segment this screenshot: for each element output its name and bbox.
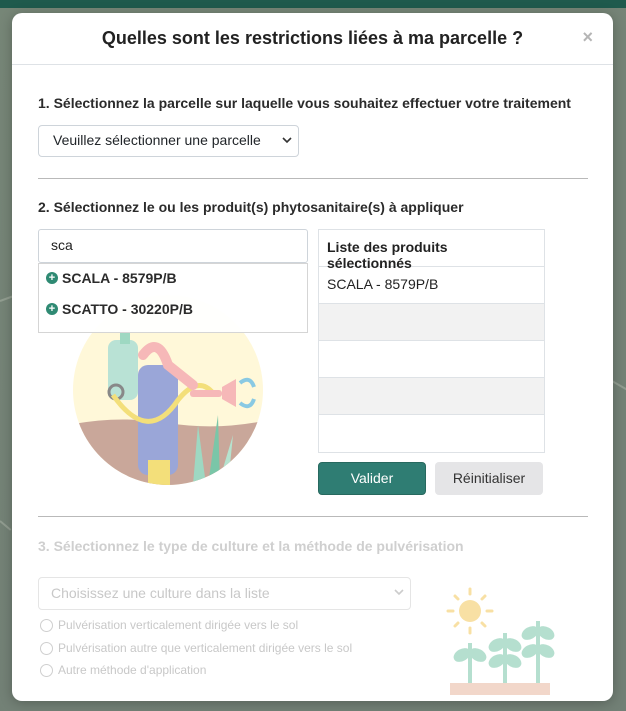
modal-header: Quelles sont les restrictions liées à ma… xyxy=(12,13,613,65)
radio-label: Pulvérisation autre que verticalement di… xyxy=(58,641,353,655)
app-top-bar xyxy=(0,0,626,8)
plants-sun-illustration xyxy=(446,587,555,695)
add-circle-icon: + xyxy=(46,303,58,315)
table-row: SCALA - 8579P/B xyxy=(319,267,544,304)
table-header: Liste des produits sélectionnés xyxy=(319,230,544,271)
spray-method-option[interactable]: Pulvérisation verticalement dirigée vers… xyxy=(40,618,298,632)
suggestion-item[interactable]: + SCALA - 8579P/B xyxy=(46,270,177,286)
reset-button[interactable]: Réinitialiser xyxy=(435,462,543,495)
validate-button[interactable]: Valider xyxy=(318,462,426,495)
table-row xyxy=(319,415,544,452)
divider xyxy=(38,178,588,179)
step1-title: 1. Sélectionnez la parcelle sur laquelle… xyxy=(38,95,571,111)
radio-button[interactable] xyxy=(40,663,53,677)
table-row xyxy=(319,378,544,415)
divider xyxy=(38,516,588,517)
radio-button[interactable] xyxy=(40,641,53,655)
spray-method-option[interactable]: Pulvérisation autre que verticalement di… xyxy=(40,641,352,655)
modal-title: Quelles sont les restrictions liées à ma… xyxy=(101,28,524,48)
map-road xyxy=(0,520,12,531)
step3-title: 3. Sélectionnez le type de culture et la… xyxy=(38,538,464,554)
suggestion-label: SCATTO - 30220P/B xyxy=(62,301,193,317)
culture-select-placeholder: Choisissez une culture dans la liste xyxy=(51,585,270,601)
close-icon[interactable]: × xyxy=(582,27,593,48)
radio-label: Pulvérisation verticalement dirigée vers… xyxy=(58,618,299,632)
table-row xyxy=(319,304,544,341)
suggestion-item[interactable]: + SCATTO - 30220P/B xyxy=(46,301,193,317)
parcel-select-value: Veuillez sélectionner une parcelle xyxy=(53,132,261,148)
map-road xyxy=(611,380,626,392)
selected-products-table: Liste des produits sélectionnés SCALA - … xyxy=(318,229,545,453)
radio-button[interactable] xyxy=(40,618,53,632)
radio-label: Autre méthode d'application xyxy=(58,663,207,677)
chevron-down-icon xyxy=(282,137,292,144)
suggestion-label: SCALA - 8579P/B xyxy=(62,270,177,286)
product-suggestions: + SCALA - 8579P/B + SCATTO - 30220P/B xyxy=(38,263,308,333)
culture-select[interactable]: Choisissez une culture dans la liste xyxy=(38,577,411,610)
spray-method-option[interactable]: Autre méthode d'application xyxy=(40,663,206,677)
parcel-select[interactable]: Veuillez sélectionner une parcelle xyxy=(38,125,299,157)
step2-title: 2. Sélectionnez le ou les produit(s) phy… xyxy=(38,199,464,215)
chevron-down-icon xyxy=(394,589,404,596)
product-search-input[interactable]: sca xyxy=(38,229,308,263)
table-row xyxy=(319,341,544,378)
add-circle-icon: + xyxy=(46,272,58,284)
restrictions-modal: Quelles sont les restrictions liées à ma… xyxy=(12,13,613,701)
